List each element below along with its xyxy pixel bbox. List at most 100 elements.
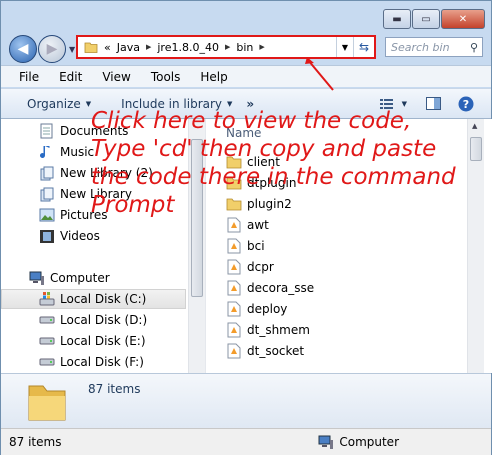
minimize-button[interactable]: ▬	[383, 9, 411, 29]
maximize-button[interactable]: ▭	[412, 9, 440, 29]
file-row[interactable]: dt_shmem	[226, 320, 310, 340]
sidebar-item-local-disk-d[interactable]: Local Disk (D:)	[1, 310, 188, 330]
help-button[interactable]: ?	[458, 96, 479, 112]
file-row[interactable]: plugin2	[226, 194, 292, 214]
dll-file-icon	[226, 259, 242, 275]
file-row[interactable]: awt	[226, 215, 269, 235]
refresh-icon[interactable]: ⇆	[353, 37, 374, 57]
file-list-scrollbar-thumb[interactable]	[470, 137, 482, 161]
dll-file-icon	[226, 322, 242, 338]
recent-pages-dropdown[interactable]: ▼	[69, 45, 75, 54]
file-name: dtplugin	[247, 176, 297, 190]
status-location: Computer	[318, 434, 399, 450]
search-input[interactable]: Search bin ⚲	[385, 37, 483, 57]
menu-help[interactable]: Help	[200, 70, 227, 84]
organize-label: Organize	[27, 96, 81, 111]
breadcrumb-separator-icon[interactable]: ▶	[225, 43, 230, 51]
preview-pane-button[interactable]	[425, 96, 446, 112]
breadcrumb-bin[interactable]: bin	[236, 41, 253, 54]
folder-icon	[226, 196, 242, 212]
scroll-up-icon[interactable]: ▲	[472, 122, 477, 130]
organize-button[interactable]: Organize ▼	[27, 97, 91, 111]
sidebar-item-label: Local Disk (D:)	[60, 313, 148, 327]
file-name: decora_sse	[247, 281, 315, 295]
file-name: plugin2	[247, 197, 292, 211]
change-view-button[interactable]: ▼	[379, 96, 407, 112]
breadcrumb-separator-icon[interactable]: ▶	[259, 43, 264, 51]
menu-edit[interactable]: Edit	[59, 70, 82, 84]
windows-drive-icon	[39, 291, 55, 307]
sidebar-scrollbar[interactable]	[188, 119, 205, 373]
file-row[interactable]: deploy	[226, 299, 287, 319]
sidebar-item-local-disk-e[interactable]: Local Disk (E:)	[1, 331, 188, 351]
navigation-pane: Documents Music New Library (2) New Libr…	[1, 119, 188, 373]
sidebar-item-label: Documents	[60, 124, 129, 138]
sidebar-item-label: New Library (2)	[60, 166, 153, 180]
view-list-icon	[379, 96, 395, 112]
address-bar[interactable]: « Java ▶ jre1.8.0_40 ▶ bin ▶ ▼ ⇆	[76, 35, 376, 59]
breadcrumb-jre[interactable]: jre1.8.0_40	[157, 41, 219, 54]
more-commands-label: »	[246, 96, 255, 111]
computer-icon	[29, 270, 45, 286]
sidebar-item-music[interactable]: Music	[1, 142, 188, 162]
sidebar-item-videos[interactable]: Videos	[1, 226, 188, 246]
drive-icon	[39, 312, 55, 328]
file-row[interactable]: dtplugin	[226, 173, 296, 193]
drive-icon	[39, 354, 55, 370]
file-row[interactable]: dt_socket	[226, 341, 304, 361]
file-row[interactable]: client	[226, 152, 280, 172]
sidebar-item-label: Local Disk (E:)	[60, 334, 146, 348]
file-row[interactable]: bci	[226, 236, 265, 256]
sidebar-item-pictures[interactable]: Pictures	[1, 205, 188, 225]
include-in-library-button[interactable]: Include in library ▼	[121, 97, 232, 111]
status-bar: 87 items Computer	[1, 428, 491, 455]
status-location-label: Computer	[339, 435, 399, 449]
more-commands-button[interactable]: »	[246, 97, 254, 111]
library-icon	[39, 165, 55, 181]
breadcrumb-separator-icon[interactable]: ▶	[146, 43, 151, 51]
sidebar-item-local-disk-f[interactable]: Local Disk (F:)	[1, 352, 188, 372]
file-name: awt	[247, 218, 269, 232]
column-header-name[interactable]: Name	[226, 126, 261, 140]
include-in-library-label: Include in library	[121, 96, 223, 111]
menu-bar: File Edit View Tools Help	[1, 65, 491, 87]
menu-tools[interactable]: Tools	[151, 70, 181, 84]
menu-view[interactable]: View	[102, 70, 130, 84]
library-icon	[39, 186, 55, 202]
help-icon: ?	[458, 96, 474, 112]
sidebar-scrollbar-thumb[interactable]	[191, 139, 203, 297]
address-dropdown-icon[interactable]: ▼	[336, 37, 353, 57]
chevron-down-icon: ▼	[227, 99, 233, 108]
forward-button[interactable]: ▶	[38, 35, 66, 63]
videos-icon	[39, 228, 55, 244]
file-row[interactable]: dcpr	[226, 257, 274, 277]
sidebar-item-local-disk-c[interactable]: Local Disk (C:)	[1, 289, 186, 309]
sidebar-item-computer[interactable]: Computer	[1, 268, 188, 288]
details-pane: 87 items	[1, 373, 491, 429]
sidebar-item-label: Pictures	[60, 208, 108, 222]
sidebar-item-label: Local Disk (F:)	[60, 355, 144, 369]
file-name: bci	[247, 239, 265, 253]
drive-icon	[39, 333, 55, 349]
breadcrumb-java[interactable]: Java	[117, 41, 140, 54]
dll-file-icon	[226, 238, 242, 254]
sidebar-item-label: Local Disk (C:)	[60, 292, 147, 306]
sidebar-item-new-library-2[interactable]: New Library (2)	[1, 163, 188, 183]
dll-file-icon	[226, 280, 242, 296]
sidebar-item-documents[interactable]: Documents	[1, 121, 188, 141]
chevron-down-icon: ▼	[85, 99, 92, 108]
chevron-down-icon: ▼	[401, 99, 407, 108]
breadcrumb-overflow[interactable]: «	[104, 41, 111, 54]
file-list-scrollbar[interactable]: ▲	[467, 119, 484, 373]
menu-file[interactable]: File	[19, 70, 39, 84]
breadcrumb: « Java ▶ jre1.8.0_40 ▶ bin ▶	[104, 41, 271, 54]
sidebar-item-new-library[interactable]: New Library	[1, 184, 188, 204]
file-name: deploy	[247, 302, 288, 316]
search-icon[interactable]: ⚲	[470, 41, 478, 54]
close-button[interactable]: ✕	[441, 9, 485, 29]
sidebar-item-label: Computer	[50, 271, 110, 285]
back-button[interactable]: ◀	[9, 35, 37, 63]
file-row[interactable]: decora_sse	[226, 278, 314, 298]
sidebar-item-label: Videos	[60, 229, 100, 243]
documents-icon	[39, 123, 55, 139]
